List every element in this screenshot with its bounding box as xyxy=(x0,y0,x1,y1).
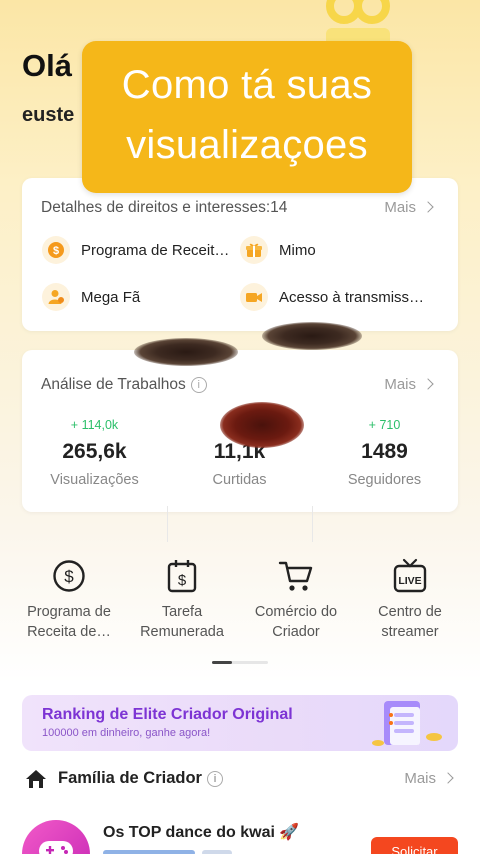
calendar-dollar-icon: $ xyxy=(167,560,197,593)
family-item-meta xyxy=(103,850,195,854)
tool-label-line2: Receita de… xyxy=(27,624,111,640)
tool-label-line2: streamer xyxy=(381,624,439,640)
home-group-icon xyxy=(26,770,46,788)
sticker-eye-left xyxy=(134,338,238,366)
tool-paid-task[interactable]: $ Tarefa Remunerada xyxy=(122,556,242,642)
banner-title: Ranking de Elite Criador Original xyxy=(42,706,293,723)
greeting-title: Olá xyxy=(22,48,72,83)
rights-card-title: Detalhes de direitos e interesses:14 xyxy=(41,199,288,216)
info-icon[interactable]: i xyxy=(206,771,223,787)
family-avatar xyxy=(22,820,90,854)
chevron-right-icon xyxy=(422,378,434,390)
sticker-lips xyxy=(220,402,304,448)
dollar-coin-icon: $ xyxy=(42,236,70,264)
svg-text:$: $ xyxy=(64,567,74,586)
rights-item-label: Mimo xyxy=(279,241,316,259)
tool-creator-commerce[interactable]: Comércio do Criador xyxy=(236,556,356,642)
caption-overlay: Como tá suas visualizaçoes xyxy=(82,41,412,193)
live-tv-icon: LIVE xyxy=(393,558,427,593)
rights-card: Detalhes de direitos e interesses:14 Mai… xyxy=(22,178,458,331)
works-more-link[interactable]: Mais xyxy=(384,376,434,393)
fan-user-icon xyxy=(42,283,70,311)
elite-ranking-banner[interactable]: Ranking de Elite Criador Original 100000… xyxy=(22,695,458,751)
svg-text:$: $ xyxy=(53,245,59,257)
chevron-right-icon xyxy=(422,201,434,213)
stat-label: Visualizações xyxy=(50,472,139,488)
tool-label-line1: Programa de xyxy=(27,604,111,620)
banner-subtitle: 100000 em dinheiro, ganhe agora! xyxy=(42,727,211,739)
works-card-title: Análise de Trabalhos i xyxy=(41,376,207,394)
family-item-title: Os TOP dance do kwai 🚀 xyxy=(103,824,300,841)
dollar-circle-icon: $ xyxy=(53,560,85,592)
info-icon[interactable]: i xyxy=(190,377,207,393)
caption-line-1: Como tá suas xyxy=(121,63,373,107)
tool-label-line2: Remunerada xyxy=(140,624,224,640)
caption-line-2: visualizaçoes xyxy=(126,123,368,167)
stat-label: Seguidores xyxy=(347,472,422,488)
username: euste xyxy=(22,104,75,126)
rights-item-label: Mega Fã xyxy=(81,288,141,306)
page-indicator-active xyxy=(212,661,232,664)
gamepad-icon xyxy=(39,841,73,854)
tool-label-line1: Comércio do xyxy=(254,604,338,620)
stat-delta: + 710 xyxy=(368,418,401,432)
family-list-item[interactable]: Os TOP dance do kwai 🚀 Solicitar xyxy=(22,818,480,854)
svg-text:$: $ xyxy=(178,572,187,589)
tool-label-line1: Tarefa xyxy=(161,604,203,620)
creator-tools-row: $ Programa de Receita de… $ Tarefa Remuner… xyxy=(0,556,480,656)
stat-divider xyxy=(312,506,313,542)
sticker-eye-right xyxy=(262,322,362,350)
tool-streamer-center[interactable]: LIVE Centro de streamer xyxy=(350,556,470,642)
tool-revenue-program[interactable]: $ Programa de Receita de… xyxy=(9,556,129,642)
rights-item-live-access[interactable]: Acesso à transmiss… xyxy=(240,283,424,311)
stat-value: 265,6k xyxy=(62,440,127,463)
family-title: Família de Criador i xyxy=(58,769,223,788)
svg-text:LIVE: LIVE xyxy=(398,575,421,587)
rights-more-link[interactable]: Mais xyxy=(384,199,434,216)
rights-item-label: Programa de Receit… xyxy=(81,241,230,259)
stat-label: Curtidas xyxy=(212,472,267,488)
stat-views[interactable]: + 114,0k 265,6k Visualizações xyxy=(22,418,167,488)
gift-icon xyxy=(240,236,268,264)
stat-divider xyxy=(167,506,168,542)
tools-page-indicator xyxy=(212,661,268,664)
rights-item-label: Acesso à transmiss… xyxy=(279,288,425,306)
request-button[interactable]: Solicitar xyxy=(371,837,458,854)
family-more-link[interactable]: Mais xyxy=(404,770,454,787)
stat-value: 1489 xyxy=(361,440,408,463)
shopping-cart-icon xyxy=(278,561,313,591)
creator-family-header: Família de Criador i Mais xyxy=(24,768,456,792)
stat-delta: + 114,0k xyxy=(70,418,119,432)
rights-item-revenue[interactable]: $ Programa de Receit… xyxy=(42,236,229,264)
family-item-meta xyxy=(202,850,232,854)
rights-item-gift[interactable]: Mimo xyxy=(240,236,316,264)
tool-label-line1: Centro de xyxy=(378,604,442,620)
rights-item-fan[interactable]: Mega Fã xyxy=(42,283,140,311)
stat-followers[interactable]: + 710 1489 Seguidores xyxy=(312,418,457,488)
tool-label-line2: Criador xyxy=(272,624,320,640)
video-camera-icon xyxy=(240,283,268,311)
chevron-right-icon xyxy=(442,772,454,784)
ranking-list-icon xyxy=(372,701,442,746)
